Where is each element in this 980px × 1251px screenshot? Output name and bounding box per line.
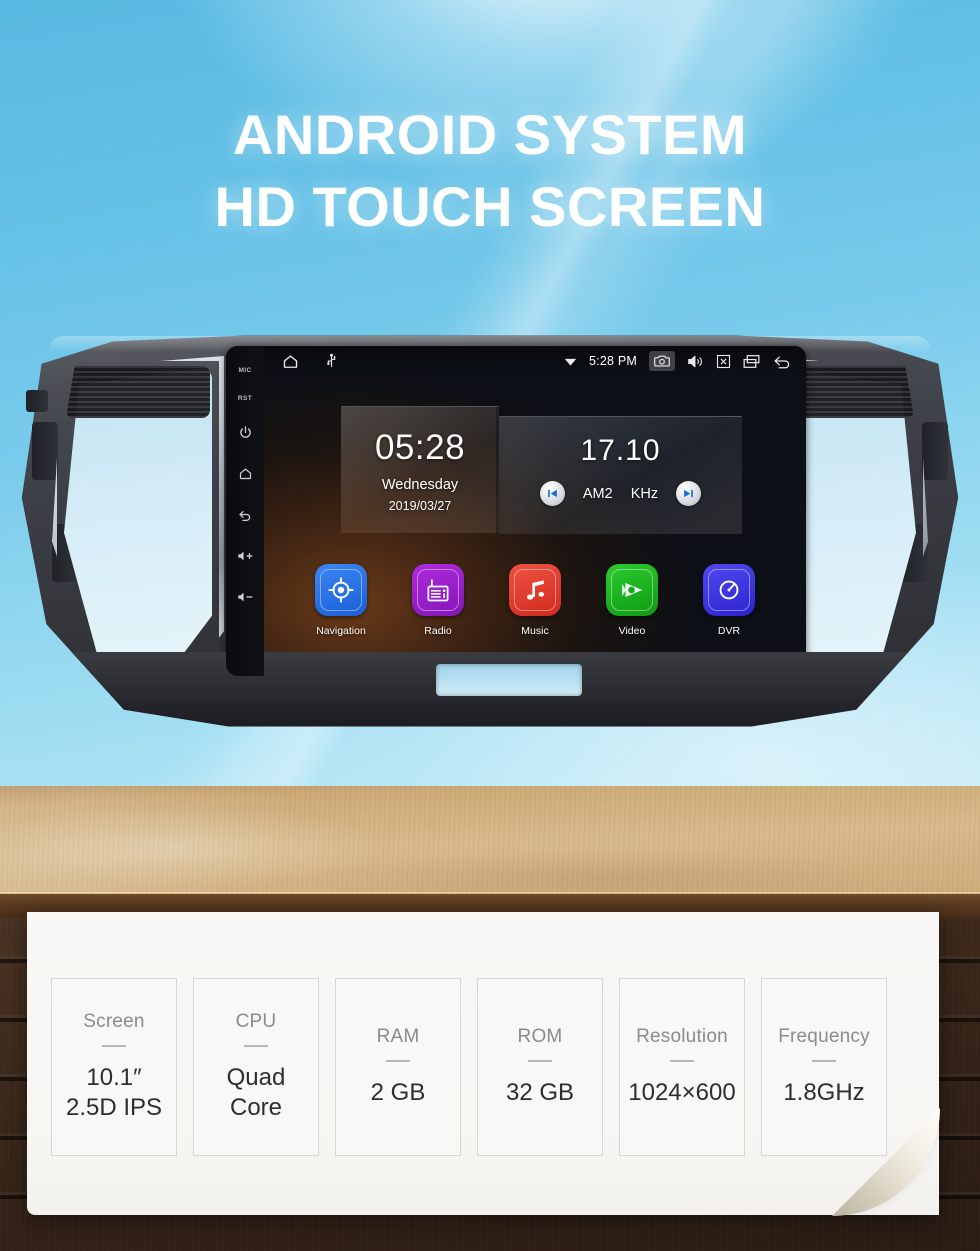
app-label: Radio [424, 625, 452, 637]
clock-time: 05:28 [374, 427, 466, 467]
clock-date: 2019/03/27 [388, 498, 452, 513]
video-icon[interactable] [606, 564, 658, 616]
spec-divider [812, 1060, 836, 1062]
dvr-icon[interactable] [703, 564, 755, 616]
spec-card-resolution: Resolution 1024×600 [619, 978, 745, 1156]
spec-value-line-1: 2 GB [370, 1079, 426, 1106]
page-title: ANDROID SYSTEM HD TOUCH SCREEN [0, 99, 980, 243]
recents-icon[interactable] [743, 354, 760, 369]
back-button[interactable] [226, 494, 264, 535]
promo-page: ANDROID SYSTEM HD TOUCH SCREEN MIC RST 5… [0, 0, 980, 1251]
wifi-icon [564, 356, 577, 367]
navigation-icon[interactable] [315, 564, 367, 616]
widget-area: 05:28 Wednesday 2019/03/27 17.10 AM2 KHz… [264, 376, 806, 676]
app-label: Video [618, 625, 646, 637]
chrome-trim [52, 356, 224, 676]
radio-icon[interactable] [412, 564, 464, 616]
spec-card-row: Screen 10.1″ 2.5D IPS CPU Quad Core RAM [51, 978, 887, 1156]
music-icon[interactable] [509, 564, 561, 616]
radio-widget[interactable]: 17.10 AM2 KHz [499, 416, 742, 534]
home-icon[interactable] [282, 353, 299, 370]
volume-icon[interactable] [687, 354, 704, 369]
app-shortcut-row: Navigation Radio Music Video DVR [264, 564, 806, 637]
spec-title: CPU [235, 1011, 277, 1032]
spec-divider [386, 1060, 410, 1062]
app-label: Music [521, 625, 549, 637]
app-shortcut-radio[interactable]: Radio [410, 564, 466, 637]
volume-up-button[interactable] [226, 535, 264, 576]
app-shortcut-navigation[interactable]: Navigation [313, 564, 369, 637]
close-box-icon[interactable] [716, 354, 731, 369]
back-icon[interactable] [772, 353, 792, 369]
headline-line-1: ANDROID SYSTEM [232, 103, 748, 166]
spec-divider [528, 1060, 552, 1062]
spec-sheet: Screen 10.1″ 2.5D IPS CPU Quad Core RAM [27, 912, 940, 1216]
car-head-unit: MIC RST 5:28 PM 05:28 Wednesday 2019/03/… [18, 334, 962, 734]
spec-card-screen: Screen 10.1″ 2.5D IPS [51, 978, 177, 1156]
spec-value-line-2: 2.5D IPS [65, 1094, 163, 1121]
skip-previous-icon[interactable] [539, 481, 565, 506]
reset-label: RST [237, 394, 253, 402]
power-button[interactable] [226, 412, 264, 453]
spec-divider [102, 1045, 126, 1047]
lcd-touchscreen[interactable]: MIC RST 5:28 PM 05:28 Wednesday 2019/03/… [226, 346, 806, 676]
spec-title: Frequency [778, 1026, 870, 1047]
app-shortcut-dvr[interactable]: DVR [701, 564, 757, 637]
spec-value-line-1: 1.8GHz [783, 1079, 865, 1106]
home-button[interactable] [226, 453, 264, 494]
air-vent-left [52, 356, 224, 676]
app-label: Navigation [316, 625, 366, 637]
status-bar: 5:28 PM [264, 346, 806, 376]
spec-card-cpu: CPU Quad Core [193, 978, 319, 1156]
bezel-notch-opening [436, 664, 582, 696]
spec-divider [670, 1060, 694, 1062]
volume-down-button[interactable] [226, 576, 264, 617]
app-shortcut-music[interactable]: Music [507, 564, 563, 637]
spec-value-line-1: 1024×600 [628, 1079, 736, 1106]
spec-title: Screen [83, 1011, 145, 1032]
radio-band: AM2 [582, 485, 613, 502]
spec-title: Resolution [636, 1026, 728, 1047]
spec-card-ram: RAM 2 GB [335, 978, 461, 1156]
mic-label: MIC [238, 366, 252, 374]
spec-value-line-1: Quad [226, 1064, 286, 1091]
spec-card-frequency: Frequency 1.8GHz [761, 978, 887, 1156]
side-button-strip: MIC RST [226, 346, 264, 676]
usb-icon [325, 353, 338, 369]
radio-unit: KHz [630, 485, 659, 502]
status-bar-time: 5:28 PM [589, 354, 637, 368]
mounting-clip [26, 390, 48, 412]
spec-title: ROM [517, 1026, 563, 1047]
camera-icon[interactable] [649, 351, 675, 371]
app-label: DVR [717, 625, 741, 637]
spec-card-rom: ROM 32 GB [477, 978, 603, 1156]
app-shortcut-video[interactable]: Video [604, 564, 660, 637]
spec-value-line-2: Core [229, 1094, 283, 1121]
clock-widget[interactable]: 05:28 Wednesday 2019/03/27 [341, 406, 499, 533]
skip-next-icon[interactable] [676, 481, 702, 506]
spec-title: RAM [376, 1026, 420, 1047]
spec-value-line-1: 10.1″ [86, 1064, 142, 1091]
clock-weekday: Wednesday [381, 476, 459, 493]
spec-divider [244, 1045, 268, 1047]
spec-value-line-1: 32 GB [505, 1079, 575, 1106]
android-home-screen[interactable]: 5:28 PM 05:28 Wednesday 2019/03/27 17.10… [264, 346, 806, 676]
radio-frequency: 17.10 [580, 434, 661, 467]
headline-line-2: HD TOUCH SCREEN [214, 175, 766, 238]
